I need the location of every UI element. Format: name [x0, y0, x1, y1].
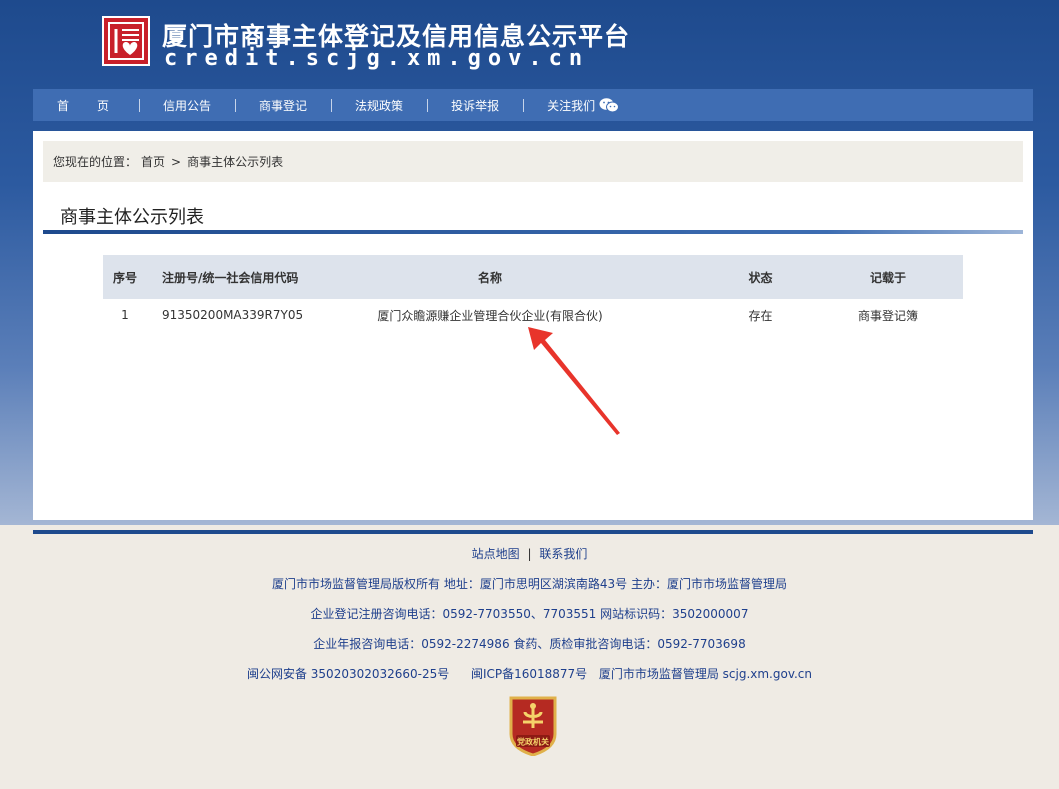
footer-annual-report-phone: 企业年报咨询电话：0592-2274986 食药、质检审批咨询电话：0592-7…	[313, 637, 746, 651]
footer-icp-record[interactable]: 闽ICP备16018877号	[471, 667, 587, 681]
footer-records: 闽公网安备 35020302032660-25号 闽ICP备16018877号 …	[0, 665, 1059, 682]
breadcrumb: 您现在的位置： 首页 > 商事主体公示列表	[43, 141, 1023, 182]
site-domain: credit.scjg.xm.gov.cn	[164, 46, 590, 71]
title-underline	[43, 230, 1023, 234]
footer-police-record[interactable]: 闽公网安备 35020302032660-25号	[247, 667, 449, 681]
nav-item-home[interactable]: 首页	[33, 89, 139, 121]
column-header-status: 状态	[748, 270, 773, 285]
breadcrumb-home-link[interactable]: 首页	[141, 153, 165, 170]
nav-item-label: 法规政策	[355, 98, 404, 113]
nav-item-label: 信用公告	[163, 98, 212, 113]
red-arrow-annotation	[528, 327, 620, 435]
breadcrumb-prefix: 您现在的位置：	[53, 155, 138, 169]
column-header-index: 序号	[112, 270, 137, 285]
column-header-name: 名称	[477, 270, 502, 285]
logo-glyph	[108, 22, 144, 60]
main-content: 您现在的位置： 首页 > 商事主体公示列表 商事主体公示列表 序号 注册号/统一…	[33, 131, 1033, 520]
site-header: 厦门市商事主体登记及信用信息公示平台 credit.scjg.xm.gov.cn	[0, 0, 1059, 89]
wechat-icon	[599, 97, 620, 113]
breadcrumb-separator: >	[171, 154, 182, 169]
nav-item-regulations[interactable]: 法规政策	[331, 89, 427, 121]
footer-link-contact[interactable]: 联系我们	[539, 547, 587, 561]
nav-item-follow-us[interactable]: 关注我们	[523, 89, 643, 121]
footer-icp-suffix: 厦门市市场监督管理局 scjg.xm.gov.cn	[598, 667, 813, 681]
table-header-row: 序号 注册号/统一社会信用代码 名称 状态 记载于	[103, 255, 963, 299]
nav-item-label: 首页	[57, 98, 138, 113]
nav-item-label: 商事登记	[259, 98, 308, 113]
column-header-reg-code: 注册号/统一社会信用代码	[162, 270, 299, 285]
site-logo[interactable]	[102, 16, 150, 66]
footer-copyright: 厦门市市场监督管理局版权所有 地址：厦门市思明区湖滨南路43号 主办：厦门市市场…	[272, 577, 787, 591]
page-title: 商事主体公示列表	[60, 207, 204, 228]
party-government-emblem[interactable]: 党政机关	[507, 694, 559, 760]
results-table: 序号 注册号/统一社会信用代码 名称 状态 记载于 1 91350200MA33…	[103, 255, 963, 331]
cell-reg-code: 91350200MA339R7Y05	[162, 308, 304, 322]
nav-item-credit-notices[interactable]: 信用公告	[139, 89, 235, 121]
footer-link-separator: |	[527, 547, 532, 561]
breadcrumb-current: 商事主体公示列表	[187, 155, 284, 169]
cell-name-link[interactable]: 厦门众瞻源赚企业管理合伙企业(有限合伙)	[367, 307, 613, 324]
cell-index: 1	[121, 308, 129, 322]
nav-item-label: 关注我们	[547, 98, 596, 113]
cell-status: 存在	[748, 308, 773, 323]
nav-item-complaints[interactable]: 投诉举报	[427, 89, 523, 121]
column-header-recorded-in: 记载于	[869, 270, 906, 285]
footer-registration-phone: 企业登记注册咨询电话：0592-7703550、7703551 网站标识码：35…	[310, 607, 749, 621]
footer-divider	[33, 530, 1033, 534]
main-nav: 首页 信用公告 商事登记 法规政策 投诉举报 关注我们	[33, 89, 1033, 121]
nav-item-label: 投诉举报	[451, 98, 500, 113]
footer-link-sitemap[interactable]: 站点地图	[472, 547, 520, 561]
nav-item-business-registration[interactable]: 商事登记	[235, 89, 331, 121]
emblem-label: 党政机关	[517, 737, 549, 747]
cell-recorded-in: 商事登记簿	[857, 308, 918, 323]
footer-links: 站点地图 | 联系我们	[0, 545, 1059, 562]
